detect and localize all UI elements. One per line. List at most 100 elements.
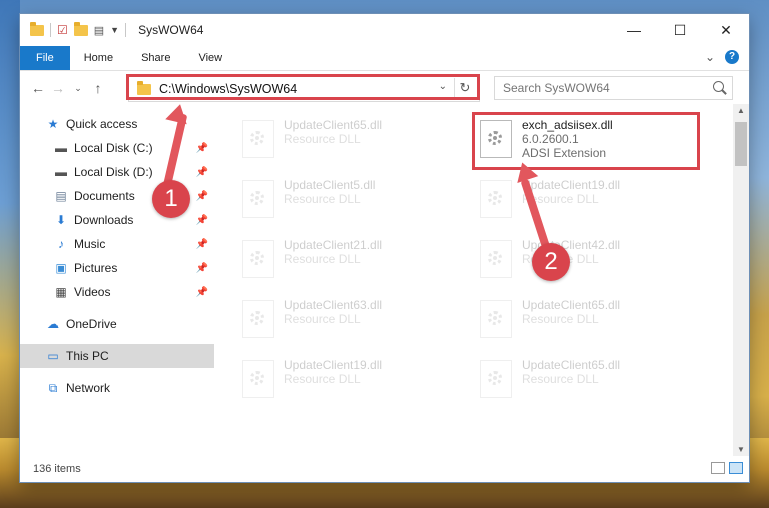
- sidebar-item-music[interactable]: ♪ Music 📌: [20, 232, 214, 256]
- documents-icon: ▤: [55, 189, 67, 203]
- list-item[interactable]: UpdateClient65.dll Resource DLL: [234, 116, 458, 168]
- file-name: UpdateClient65.dll: [522, 358, 621, 372]
- search-icon: [713, 81, 724, 92]
- ribbon: File Home Share View ⌄ ?: [20, 46, 749, 71]
- up-button[interactable]: ↑: [88, 80, 108, 96]
- chevron-down-icon[interactable]: ▼: [110, 25, 119, 35]
- dll-file-icon: [480, 300, 512, 338]
- sidebar-item-videos[interactable]: ▦ Videos 📌: [20, 280, 214, 304]
- status-bar: 136 items: [20, 456, 749, 482]
- dll-file-icon: [242, 120, 274, 158]
- new-folder-icon[interactable]: [73, 21, 88, 36]
- dll-file-icon: [480, 360, 512, 398]
- details-view-icon[interactable]: [711, 462, 725, 474]
- large-icons-view-icon[interactable]: [729, 462, 743, 474]
- scroll-down-icon[interactable]: ▼: [733, 445, 749, 454]
- sidebar-item-pictures[interactable]: ▣ Pictures 📌: [20, 256, 214, 280]
- navigation-bar: ← → ⌄ ↑ C:\Windows\SysWOW64 ⌄ ↻: [20, 71, 749, 105]
- file-name: UpdateClient19.dll: [284, 358, 383, 372]
- sidebar-item-label: This PC: [66, 349, 109, 363]
- search-box[interactable]: [494, 76, 733, 100]
- file-name: UpdateClient21.dll: [284, 238, 383, 252]
- dll-file-icon: [480, 240, 512, 278]
- sidebar-item-network[interactable]: ⧉ Network: [20, 376, 214, 400]
- file-name: UpdateClient5.dll: [284, 178, 376, 192]
- maximize-button[interactable]: ☐: [657, 14, 703, 46]
- list-item[interactable]: UpdateClient19.dll Resource DLL: [234, 356, 458, 408]
- dll-file-icon: [242, 360, 274, 398]
- sidebar-item-local-disk-c[interactable]: ▬ Local Disk (C:) 📌: [20, 136, 214, 160]
- videos-icon: ▦: [55, 285, 67, 299]
- file-list: UpdateClient65.dll Resource DLL exch_adsi…: [214, 104, 749, 456]
- sidebar-item-this-pc[interactable]: ▭ This PC: [20, 344, 214, 368]
- sidebar-item-label: Downloads: [74, 213, 134, 227]
- expand-ribbon-button[interactable]: ⌄: [705, 50, 715, 64]
- sidebar-item-label: Local Disk (D:): [74, 165, 153, 179]
- tab-view[interactable]: View: [184, 46, 236, 70]
- sidebar-item-label: Quick access: [66, 117, 138, 131]
- pin-icon[interactable]: 📌: [196, 287, 208, 298]
- list-item[interactable]: UpdateClient63.dll Resource DLL: [234, 296, 458, 348]
- properties-icon[interactable]: ☑: [57, 23, 68, 37]
- tab-home[interactable]: Home: [70, 46, 127, 70]
- drive-icon: ▬: [55, 165, 67, 179]
- list-item[interactable]: UpdateClient65.dll Resource DLL: [472, 296, 696, 348]
- navigation-pane: ★ Quick access ▬ Local Disk (C:) 📌 ▬ Loc…: [20, 104, 214, 456]
- pin-icon[interactable]: 📌: [196, 215, 208, 226]
- sidebar-item-local-disk-d[interactable]: ▬ Local Disk (D:) 📌: [20, 160, 214, 184]
- file-type: Resource DLL: [284, 132, 361, 146]
- file-name: UpdateClient65.dll: [522, 298, 621, 312]
- minimize-button[interactable]: —: [611, 14, 657, 46]
- sidebar-item-onedrive[interactable]: ☁ OneDrive: [20, 312, 214, 336]
- file-highlight-box: [472, 112, 700, 170]
- pin-icon[interactable]: 📌: [196, 143, 208, 154]
- tab-share[interactable]: Share: [127, 46, 184, 70]
- close-button[interactable]: ✕: [703, 14, 749, 46]
- scrollbar-thumb[interactable]: [735, 122, 747, 166]
- file-type: Resource DLL: [522, 312, 599, 326]
- customize-icon[interactable]: ▤: [94, 24, 104, 37]
- step-1-badge: 1: [152, 180, 190, 218]
- list-item[interactable]: UpdateClient42.dllResource DLL: [472, 236, 696, 288]
- sidebar-item-label: Pictures: [74, 261, 118, 275]
- sidebar-item-label: Local Disk (C:): [74, 141, 153, 155]
- main-area: ★ Quick access ▬ Local Disk (C:) 📌 ▬ Loc…: [20, 104, 749, 456]
- list-item[interactable]: UpdateClient19.dll Resource DLL: [472, 176, 696, 228]
- sidebar-item-label: Music: [74, 237, 106, 251]
- file-type: Resource DLL: [284, 252, 361, 266]
- dll-file-icon: [242, 180, 274, 218]
- scroll-up-icon[interactable]: ▲: [733, 106, 749, 115]
- list-item[interactable]: UpdateClient5.dll Resource DLL: [234, 176, 458, 228]
- sidebar-item-label: OneDrive: [66, 317, 117, 331]
- window-controls: — ☐ ✕: [611, 14, 749, 46]
- divider: [125, 23, 127, 37]
- tab-file[interactable]: File: [20, 46, 70, 70]
- pin-icon[interactable]: 📌: [196, 191, 208, 202]
- recent-locations-button[interactable]: ⌄: [68, 83, 88, 94]
- download-icon: ⬇: [55, 213, 67, 227]
- computer-icon: ▭: [47, 349, 59, 363]
- pin-icon[interactable]: 📌: [196, 239, 208, 250]
- help-icon[interactable]: ?: [725, 50, 739, 64]
- item-count: 136 items: [33, 463, 81, 475]
- pin-icon[interactable]: 📌: [196, 167, 208, 178]
- list-item[interactable]: UpdateClient21.dll Resource DLL: [234, 236, 458, 288]
- file-type: Resource DLL: [284, 192, 361, 206]
- divider: [50, 23, 51, 37]
- forward-button[interactable]: →: [48, 80, 68, 96]
- title-bar: ☑ ▤ ▼ SysWOW64 — ☐ ✕: [20, 14, 749, 46]
- file-type: Resource DLL: [284, 372, 361, 386]
- drive-icon: ▬: [55, 141, 67, 155]
- file-name: UpdateClient65.dll: [284, 118, 383, 132]
- pin-icon[interactable]: 📌: [196, 263, 208, 274]
- dll-file-icon: [242, 240, 274, 278]
- list-item[interactable]: UpdateClient65.dll Resource DLL: [472, 356, 696, 408]
- address-highlight-box: [126, 74, 480, 100]
- explorer-window: ☑ ▤ ▼ SysWOW64 — ☐ ✕ File Home Share Vie…: [20, 14, 749, 482]
- search-input[interactable]: [495, 80, 705, 96]
- pictures-icon: ▣: [55, 261, 67, 275]
- vertical-scrollbar[interactable]: ▲ ▼: [733, 104, 749, 456]
- back-button[interactable]: ←: [28, 80, 48, 96]
- file-type: Resource DLL: [522, 372, 599, 386]
- file-name: UpdateClient63.dll: [284, 298, 383, 312]
